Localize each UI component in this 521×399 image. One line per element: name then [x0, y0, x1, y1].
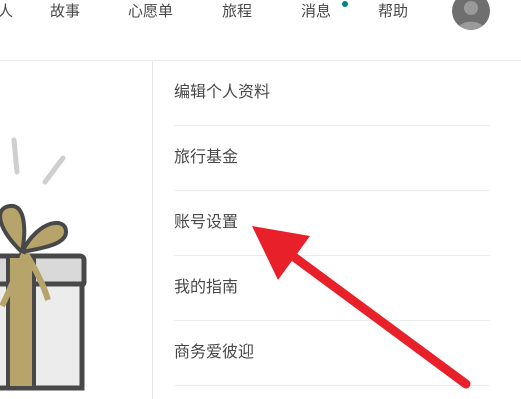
messages-notification-dot	[342, 1, 348, 7]
user-avatar[interactable]	[452, 0, 490, 30]
menu-item-label: 编辑个人资料	[174, 82, 271, 101]
top-navigation: 人 故事 心愿单 旅程 消息 帮助	[0, 0, 521, 52]
nav-item-wishlist[interactable]: 心愿单	[128, 0, 173, 22]
nav-item-stories[interactable]: 故事	[50, 0, 80, 22]
menu-item-label: 我的指南	[174, 277, 239, 296]
nav-item-help[interactable]: 帮助	[378, 0, 408, 22]
page: 人 故事 心愿单 旅程 消息 帮助 编辑个人资料 旅行基金 账号设置 我的指南 …	[0, 0, 521, 399]
gift-box-illustration	[0, 120, 150, 399]
menu-item-travel-credit[interactable]: 旅行基金	[174, 126, 490, 190]
menu-item-label: 商务爱彼迎	[174, 342, 255, 361]
account-dropdown-menu: 编辑个人资料 旅行基金 账号设置 我的指南 商务爱彼迎	[152, 61, 521, 399]
menu-item-edit-profile[interactable]: 编辑个人资料	[174, 61, 490, 125]
menu-item-label: 旅行基金	[174, 147, 239, 166]
gift-box-icon	[0, 137, 87, 391]
menu-item-account-settings[interactable]: 账号设置	[174, 191, 490, 255]
nav-item-trips[interactable]: 旅程	[222, 0, 252, 22]
menu-divider	[174, 385, 490, 386]
user-avatar-icon	[457, 1, 485, 30]
menu-item-business-travel[interactable]: 商务爱彼迎	[174, 321, 490, 385]
menu-item-my-guidebooks[interactable]: 我的指南	[174, 256, 490, 320]
menu-item-label: 账号设置	[174, 212, 239, 231]
nav-item-messages[interactable]: 消息	[301, 0, 331, 22]
nav-item-partial[interactable]: 人	[0, 0, 13, 22]
